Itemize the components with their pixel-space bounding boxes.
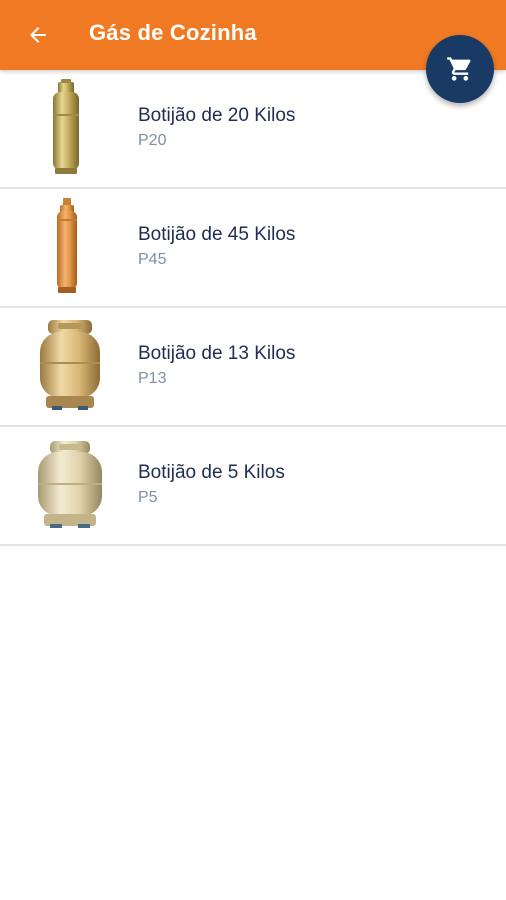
- list-item[interactable]: Botijão de 20 Kilos P20: [0, 70, 506, 189]
- product-name: Botijão de 5 Kilos: [138, 462, 285, 483]
- cart-button[interactable]: [426, 35, 494, 103]
- gas-cylinder-tall-icon: [53, 79, 79, 174]
- gas-cylinder-small-icon: [38, 441, 102, 528]
- page-title: Gás de Cozinha: [89, 20, 257, 45]
- back-button[interactable]: [18, 15, 58, 55]
- gas-cylinder-round-icon: [40, 320, 100, 410]
- product-name: Botijão de 45 Kilos: [138, 224, 296, 245]
- product-list: Botijão de 20 Kilos P20 Botijão de 45 Ki…: [0, 70, 506, 546]
- shopping-cart-icon: [447, 57, 471, 81]
- list-item[interactable]: Botijão de 45 Kilos P45: [0, 189, 506, 308]
- app-screen: Gás de Cozinha Botijão de 20 Kilos P20 B…: [0, 0, 506, 900]
- list-item[interactable]: Botijão de 5 Kilos P5: [0, 427, 506, 546]
- product-code: P20: [138, 132, 167, 149]
- product-code: P45: [138, 251, 167, 268]
- product-image: [20, 197, 120, 297]
- product-code: P5: [138, 489, 158, 506]
- product-image: [20, 316, 120, 416]
- product-image: [20, 78, 120, 178]
- product-name: Botijão de 13 Kilos: [138, 343, 296, 364]
- gas-cylinder-slim-icon: [57, 198, 77, 293]
- arrow-left-icon: [30, 27, 46, 43]
- list-item[interactable]: Botijão de 13 Kilos P13: [0, 308, 506, 427]
- product-image: [20, 435, 120, 535]
- product-code: P13: [138, 370, 167, 387]
- product-name: Botijão de 20 Kilos: [138, 105, 296, 126]
